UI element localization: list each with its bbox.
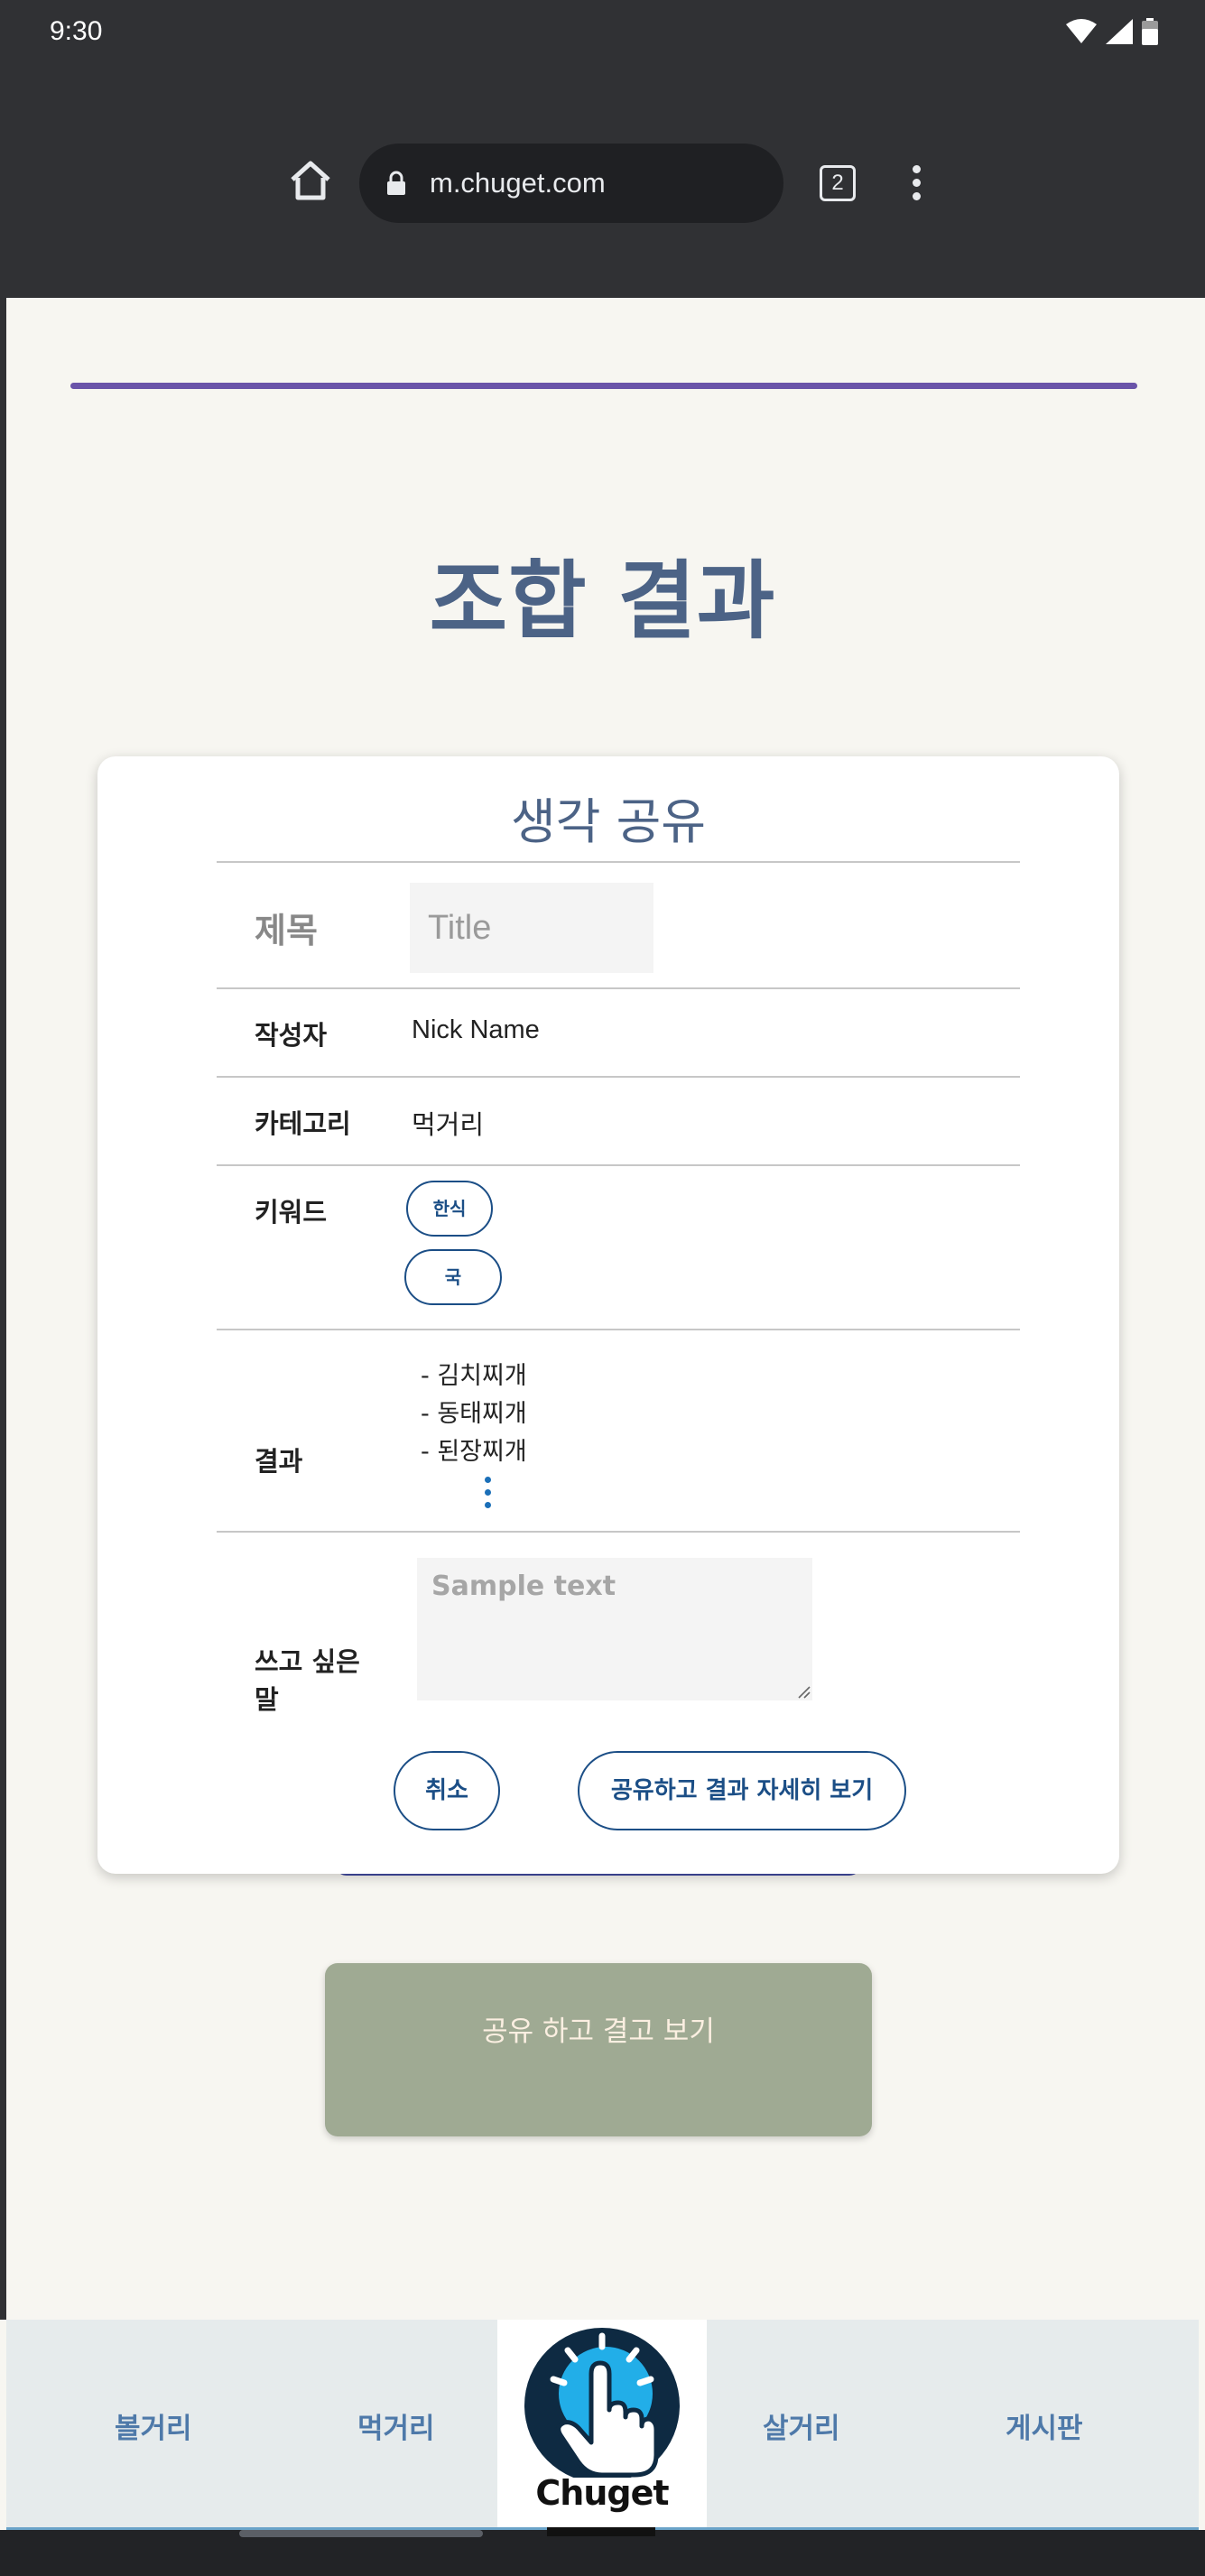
wifi-icon	[1066, 19, 1097, 43]
title-input[interactable]	[410, 883, 653, 973]
message-textarea[interactable]	[417, 1558, 812, 1700]
nav-item-shopping[interactable]: 살거리	[763, 2405, 840, 2446]
result-item: - 동태찌개	[421, 1400, 527, 1428]
signal-icon	[1106, 19, 1133, 44]
address-bar[interactable]: m.chuget.com	[359, 144, 783, 223]
logo-base-strip	[547, 2527, 655, 2536]
battery-icon	[1142, 18, 1158, 45]
keyword-chip[interactable]: 한식	[406, 1181, 493, 1237]
lock-icon	[387, 171, 405, 195]
divider	[217, 1076, 1020, 1078]
status-icons	[1066, 18, 1158, 45]
share-thoughts-dialog: 생각 공유 제목 작성자 Nick Name 카테고리 먹거리 키워드 한식 국…	[97, 756, 1119, 1874]
author-value: Nick Name	[412, 1015, 540, 1044]
share-result-button[interactable]: 공유 하고 결고 보기	[325, 1963, 872, 2136]
nav-item-sights[interactable]: 볼거리	[115, 2405, 192, 2446]
divider	[217, 1164, 1020, 1166]
resize-handle-icon[interactable]	[796, 1684, 811, 1699]
divider	[217, 1329, 1020, 1330]
url-text: m.chuget.com	[430, 167, 606, 199]
home-icon[interactable]	[287, 158, 334, 205]
cancel-button[interactable]: 취소	[394, 1751, 500, 1830]
nav-item-food[interactable]: 먹거리	[357, 2405, 435, 2446]
category-value: 먹거리	[412, 1111, 485, 1140]
result-item: - 된장찌개	[421, 1438, 527, 1466]
category-label: 카테고리	[255, 1108, 351, 1139]
browser-toolbar: m.chuget.com 2	[0, 68, 1205, 298]
message-label: 쓰고 싶은 말	[255, 1646, 360, 1715]
title-label: 제목	[255, 911, 318, 950]
progress-line	[70, 383, 1137, 389]
divider	[217, 987, 1020, 989]
status-time: 9:30	[50, 16, 103, 46]
divider	[217, 861, 1020, 863]
result-label: 결과	[255, 1446, 303, 1477]
logo-text: Chuget	[535, 2473, 669, 2513]
divider	[217, 1531, 1020, 1533]
dialog-title: 생각 공유	[511, 793, 706, 850]
page-title: 조합 결과	[429, 552, 776, 651]
keyword-chip[interactable]: 국	[404, 1249, 502, 1305]
share-detail-button[interactable]: 공유하고 결과 자세히 보기	[578, 1751, 906, 1830]
result-item: - 김치찌개	[421, 1362, 527, 1390]
bottom-nav: 볼거리 먹거리 Chuget 살거리 게시판	[6, 2320, 1199, 2529]
more-results-icon[interactable]	[482, 1477, 493, 1515]
gesture-handle[interactable]	[239, 2530, 483, 2537]
more-menu-icon[interactable]	[903, 162, 930, 206]
author-label: 작성자	[255, 1020, 328, 1051]
tab-switcher-button[interactable]: 2	[820, 165, 856, 201]
nav-item-board[interactable]: 게시판	[1006, 2405, 1083, 2446]
chuget-logo[interactable]: Chuget	[497, 2320, 707, 2529]
status-bar: 9:30	[0, 0, 1205, 68]
pointer-hand-logo-icon	[524, 2328, 680, 2478]
system-navigation-bar	[0, 2530, 1205, 2576]
keyword-label: 키워드	[255, 1197, 328, 1228]
